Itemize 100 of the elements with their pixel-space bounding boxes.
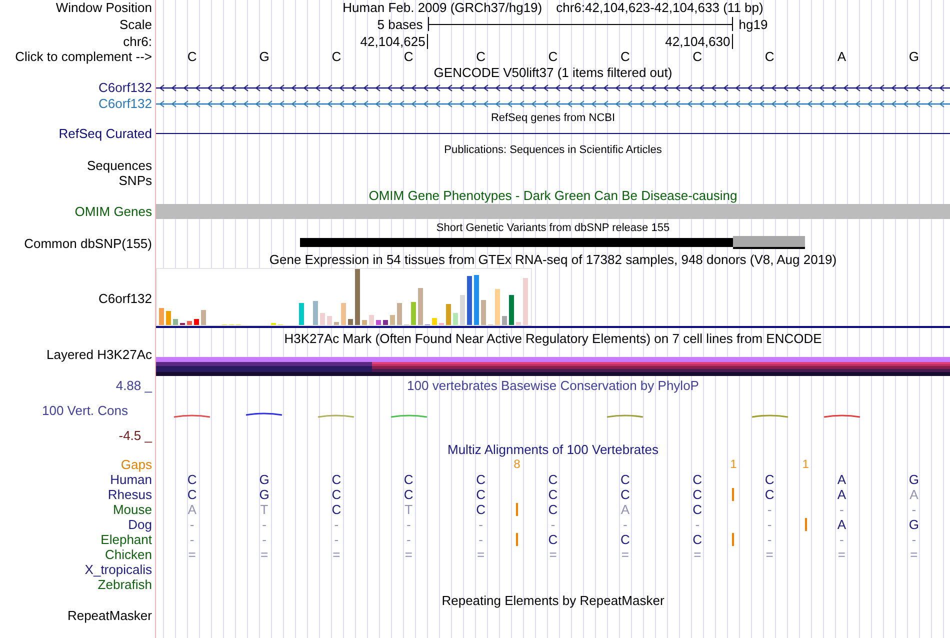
track-label: Gaps	[120, 457, 152, 472]
expression-bar	[383, 320, 388, 326]
track-label: C6orf132	[98, 291, 152, 306]
species-label: Mouse	[112, 502, 152, 517]
expression-bar	[320, 313, 325, 326]
alignment-base: A	[837, 517, 846, 532]
expression-bar	[348, 319, 353, 326]
track-title: Gene Expression in 54 tissues from GTEx RNA-seq of 17382 samples, 948 donors (V8, Aug 2019)	[269, 252, 837, 267]
conservation-wiggle	[606, 414, 644, 418]
axis-max-label: 4.88 _	[116, 378, 152, 393]
sequence-base[interactable]: C	[692, 49, 702, 65]
expression-bar	[523, 278, 528, 326]
sequence-base[interactable]: A	[837, 49, 846, 65]
alignment-base: -	[406, 532, 411, 547]
alignment-base: C	[187, 472, 197, 487]
track-title: GENCODE V50lift37 (1 items filtered out)	[434, 65, 672, 80]
expression-bar	[446, 304, 451, 326]
alignment-base: =	[477, 547, 485, 562]
alignment-base: A	[620, 502, 630, 517]
track-title: H3K27Ac Mark (Often Found Near Active Regulatory Elements) on 7 cell lines from ENCODE	[284, 331, 822, 346]
alignment-base: C	[692, 502, 702, 517]
alignment-base: =	[766, 547, 774, 562]
axis-min-label: -4.5 _	[118, 428, 152, 443]
sequence-base[interactable]: C	[764, 49, 774, 65]
expression-bar	[397, 303, 402, 326]
alignment-base: C	[764, 487, 774, 502]
alignment-base: -	[767, 532, 772, 547]
conservation-wiggle	[390, 414, 428, 418]
conservation-wiggle	[750, 414, 789, 418]
alignment-base: -	[406, 517, 411, 532]
alignment-base: -	[478, 532, 483, 547]
expression-bar	[271, 323, 276, 326]
expression-bar	[313, 301, 318, 326]
track-label: Scale	[119, 17, 152, 32]
alignment-base: -	[190, 532, 194, 547]
track-title: OMIM Gene Phenotypes - Dark Green Can Be Disease-causing	[368, 188, 738, 203]
alignment-base: C	[692, 472, 702, 487]
expression-bar	[369, 315, 374, 326]
expression-bar	[376, 320, 381, 326]
sequence-base[interactable]: G	[259, 49, 270, 65]
conservation-wiggle	[822, 414, 861, 418]
expression-bar	[509, 295, 514, 326]
track-title: Short Genetic Variants from dbSNP release 155	[436, 221, 670, 236]
alignment-base: C	[620, 532, 630, 547]
track-label: Click to complement -->	[15, 49, 152, 64]
species-label: Chicken	[105, 547, 152, 562]
track-label: OMIM Genes	[74, 204, 152, 219]
track-label: RepeatMasker	[67, 608, 152, 623]
sequence-base[interactable]: C	[548, 49, 558, 65]
alignment-base: -	[550, 517, 556, 532]
alignment-base: -	[478, 517, 483, 532]
gap-count: 8	[514, 457, 520, 472]
alignment-base: A	[837, 487, 846, 502]
track-title: Publications: Sequences in Scientific Articles	[444, 143, 662, 158]
species-label: Dog	[128, 517, 152, 532]
expression-bar	[390, 315, 395, 326]
alignment-base: A	[188, 502, 196, 517]
species-label: Rhesus	[108, 487, 152, 502]
alignment-base: =	[188, 547, 196, 562]
alignment-base: C	[404, 487, 414, 502]
alignment-base: =	[332, 547, 340, 562]
sequence-base[interactable]: C	[620, 49, 630, 65]
scale-text: 5 bases	[377, 17, 423, 32]
track-label: Common dbSNP(155)	[24, 236, 152, 251]
gap-count: 1	[802, 457, 809, 472]
alignment-base: G	[259, 472, 270, 487]
gene-label: C6orf132	[98, 96, 152, 111]
alignment-base: C	[692, 532, 702, 547]
expression-bar	[362, 320, 367, 326]
sequence-base[interactable]: C	[187, 49, 197, 65]
conservation-wiggle	[317, 414, 356, 418]
alignment-base: -	[190, 517, 194, 532]
alignment-base: A	[910, 487, 918, 502]
species-label: X_tropicalis	[84, 562, 152, 577]
sequence-base[interactable]: C	[404, 49, 414, 65]
alignment-base: C	[404, 472, 414, 487]
track-title: Multiz Alignments of 100 Vertebrates	[447, 442, 658, 457]
alignment-base: C	[476, 487, 486, 502]
assembly-label: hg19	[738, 17, 768, 32]
alignment-base: C	[332, 502, 342, 517]
sequence-base[interactable]: C	[332, 49, 342, 65]
expression-bar	[341, 303, 346, 326]
alignment-base: C	[332, 472, 342, 487]
species-label: Human	[110, 472, 152, 487]
track-label: Sequences	[86, 158, 152, 173]
sequence-base[interactable]: G	[908, 49, 919, 65]
alignment-base: C	[548, 532, 558, 547]
alignment-base: C	[476, 472, 486, 487]
expression-bar	[355, 269, 360, 326]
alignment-base: T	[260, 502, 268, 517]
track-label: RefSeq Curated	[58, 126, 152, 141]
species-label: Elephant	[100, 532, 152, 547]
track-label: SNPs	[118, 173, 152, 188]
position-text: chr6:42,104,623-42,104,633 (11 bp)	[556, 0, 764, 16]
coordinate-text: 42,104,625	[360, 34, 428, 49]
alignment-base: C	[548, 472, 558, 487]
expression-bar	[516, 322, 521, 326]
species-label: Zebrafish	[98, 577, 152, 592]
sequence-base[interactable]: C	[476, 49, 486, 65]
gene-label: C6orf132	[98, 80, 152, 95]
